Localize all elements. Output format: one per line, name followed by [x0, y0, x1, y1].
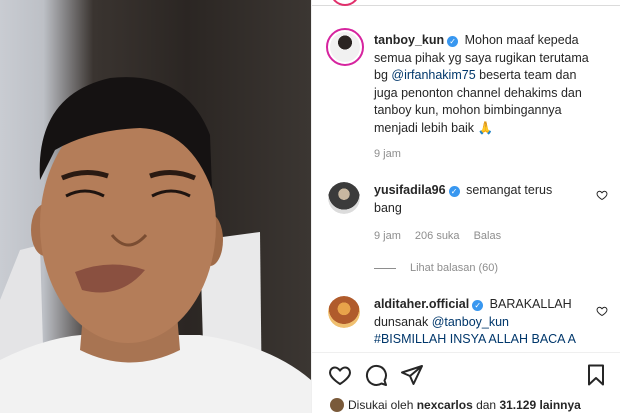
timestamp: 9 jam	[374, 230, 401, 242]
mention-link[interactable]: @irfanhakim75	[391, 68, 475, 82]
reply-button[interactable]: Balas	[474, 230, 502, 242]
comment-username[interactable]: alditaher.official	[374, 297, 469, 311]
heart-icon[interactable]	[596, 189, 608, 201]
avatar[interactable]	[330, 398, 344, 412]
avatar[interactable]	[328, 182, 360, 214]
caption-line-1: Mohon maaf kepeda	[464, 33, 579, 47]
view-replies-label[interactable]: Lihat balasan (60)	[410, 262, 498, 274]
comment-body-2: dunsanak	[374, 314, 432, 329]
avatar[interactable]	[328, 296, 360, 328]
action-bar	[312, 352, 620, 392]
header-avatar[interactable]	[330, 0, 360, 6]
verified-badge-icon: ✓	[472, 300, 484, 311]
post-video[interactable]	[0, 0, 311, 413]
comments-panel: tanboy_kun ✓ Mohon maaf kepeda semua piha…	[311, 0, 620, 413]
bookmark-icon[interactable]	[584, 363, 608, 387]
caption-time: 9 jam	[374, 148, 415, 160]
like-count-link[interactable]: 31.129 lainnya	[499, 398, 580, 412]
post-header	[312, 0, 620, 6]
comment-icon[interactable]	[364, 363, 388, 387]
caption-line-6: menjadi lebih baik 🙏	[374, 120, 494, 135]
mention-link[interactable]: @tanboy_kun	[432, 315, 509, 329]
liked-by-user[interactable]: nexcarlos	[417, 398, 473, 412]
comment-meta: 9 jam 206 suka Balas	[374, 230, 515, 242]
caption-line-3b: beserta team dan	[475, 68, 577, 82]
caption-text: tanboy_kun ✓ Mohon maaf kepeda semua piha…	[374, 32, 614, 137]
caption-line-5: tanboy kun, mohon bimbingannya	[374, 103, 562, 117]
send-icon[interactable]	[400, 363, 424, 387]
verified-badge-icon: ✓	[447, 36, 459, 47]
avatar[interactable]	[326, 28, 364, 66]
comment-body-1: semangat terus	[466, 183, 553, 197]
hashtag-link[interactable]: #BISMILLAH INSYA ALLAH BACA A	[374, 332, 576, 346]
heart-icon[interactable]	[596, 305, 608, 317]
like-count[interactable]: 206 suka	[415, 230, 460, 242]
caption-username[interactable]: tanboy_kun	[374, 33, 444, 47]
comment-body-1: BARAKALLAH	[489, 297, 572, 311]
timestamp: 9 jam	[374, 148, 401, 160]
view-replies-button[interactable]: Lihat balasan (60)	[374, 262, 498, 274]
liked-by-middle: dan	[472, 398, 500, 412]
comment-body-2: bang	[374, 200, 402, 215]
heart-icon[interactable]	[328, 363, 352, 387]
verified-badge-icon: ✓	[448, 186, 460, 197]
replies-divider	[374, 267, 396, 269]
liked-by-prefix: Disukai oleh	[348, 398, 417, 412]
liked-by: Disukai oleh nexcarlos dan 31.129 lainny…	[330, 398, 581, 412]
caption-line-4: juga penonton channel dehakims dan	[374, 85, 582, 100]
comment-text: alditaher.official ✓ BARAKALLAH dunsanak …	[374, 296, 589, 347]
caption-line-3: bg	[374, 68, 392, 82]
caption-line-2: semua pihak yg saya rugikan terutama	[374, 50, 589, 65]
comment-username[interactable]: yusifadila96	[374, 183, 446, 197]
comment-text: yusifadila96 ✓ semangat terus bang	[374, 182, 584, 217]
